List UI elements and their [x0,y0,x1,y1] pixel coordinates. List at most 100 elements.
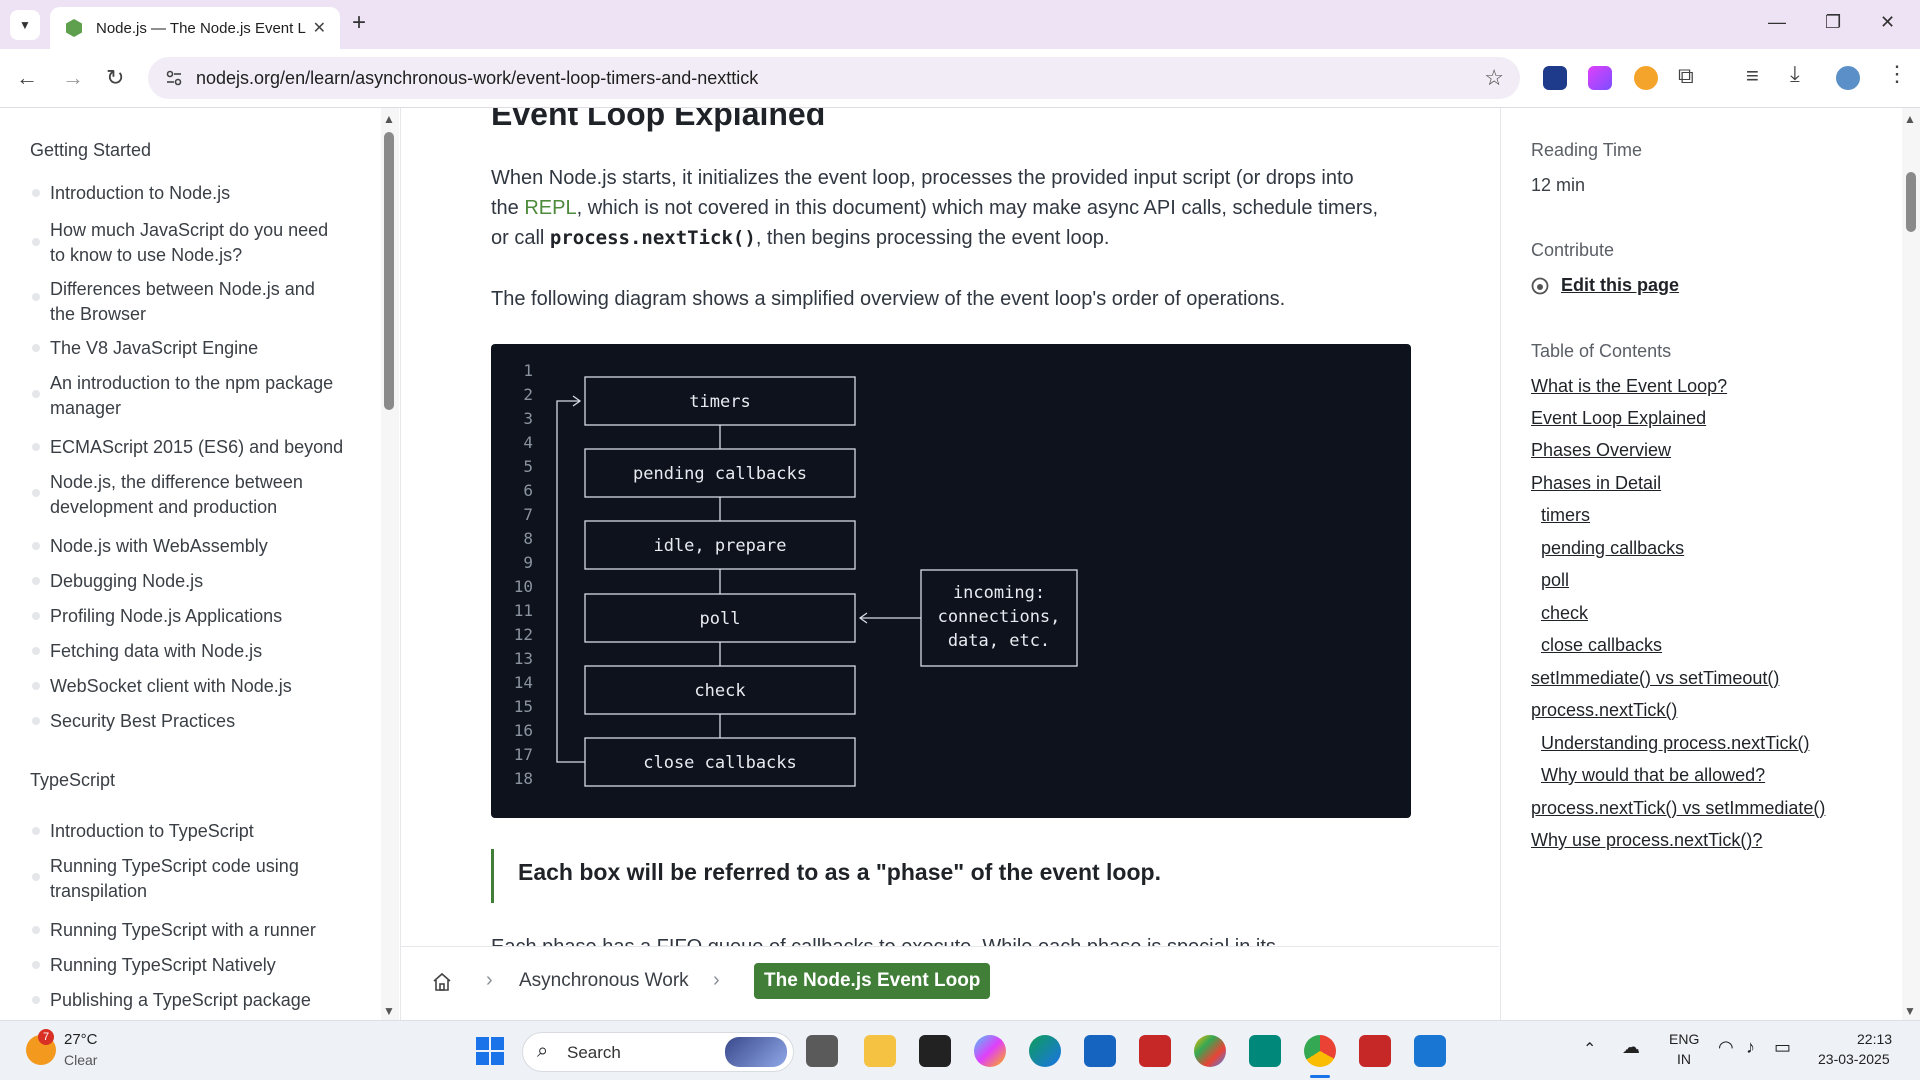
download-icon[interactable]: ⤓ [1790,61,1800,87]
toc-link[interactable]: Event Loop Explained [1531,408,1706,429]
close-tab-icon[interactable]: ✕ [313,18,326,38]
meet-icon[interactable] [1249,1035,1281,1067]
line-number: 9 [523,553,533,572]
toc-link[interactable]: poll [1541,570,1569,591]
sidebar-item-profiling[interactable]: Profiling Node.js Applications [50,604,350,629]
sidebar-item-es6[interactable]: ECMAScript 2015 (ES6) and beyond [50,435,350,460]
sidebar-item-nodejs-vs-browser[interactable]: Differences between Node.js and the Brow… [50,277,350,327]
close-window-icon[interactable]: ✕ [1880,12,1895,33]
tab-search-button[interactable]: ▼ [10,10,40,40]
battery-icon[interactable]: ▭ [1774,1037,1791,1058]
browser-tab-active[interactable]: Node.js — The Node.js Event Lo ✕ [50,7,340,49]
sidebar-item-fetching-data[interactable]: Fetching data with Node.js [50,639,350,664]
extensions-puzzle-icon[interactable]: ⧉ [1678,63,1694,89]
profile-avatar[interactable] [1836,66,1860,90]
list-bullet [32,577,40,585]
inline-code: process.nextTick() [549,227,756,249]
toc-link[interactable]: Why use process.nextTick()? [1531,830,1762,851]
phase-label: close callbacks [643,753,797,773]
bookmark-star-icon[interactable]: ☆ [1484,65,1504,91]
loop-back-arrow [556,400,585,763]
weather-condition: Clear [64,1052,98,1068]
reload-icon[interactable]: ↻ [106,65,124,91]
repl-link[interactable]: REPL [524,197,576,219]
back-icon[interactable]: ← [16,65,38,91]
restore-icon[interactable]: ❐ [1825,12,1841,33]
file-explorer-icon[interactable] [864,1035,896,1067]
language-primary[interactable]: ENG [1669,1031,1699,1047]
sidebar-item-ts-native[interactable]: Running TypeScript Natively [50,953,350,978]
text: , then begins processing the event loop. [755,227,1110,249]
chrome-icon[interactable] [1304,1035,1336,1067]
scroll-up-arrow-icon[interactable]: ▲ [383,112,395,126]
site-info-icon[interactable] [164,68,184,88]
toc-link[interactable]: pending callbacks [1541,538,1684,559]
extension-purple-icon[interactable] [1588,66,1612,90]
text: , which is not covered in this document)… [576,197,1379,219]
page-scroll-thumb[interactable] [1906,172,1916,232]
mcafee-shield-icon[interactable] [1359,1035,1391,1067]
toc-link[interactable]: timers [1541,505,1590,526]
scroll-up-arrow-icon[interactable]: ▲ [1904,112,1916,126]
home-icon[interactable] [431,971,453,993]
extension-code-icon[interactable] [1543,66,1567,90]
list-bullet [32,682,40,690]
toc-link[interactable]: close callbacks [1541,635,1662,656]
terminal-icon[interactable] [919,1035,951,1067]
toc-link[interactable]: process.nextTick() [1531,700,1677,721]
task-view-icon[interactable] [806,1035,838,1067]
wifi-icon[interactable]: ◠ [1718,1037,1734,1058]
sidebar-item-label: the Browser [50,304,147,324]
scroll-down-arrow-icon[interactable]: ▼ [383,1004,395,1018]
media-queue-icon[interactable]: ≡ [1746,63,1759,89]
clock-time[interactable]: 22:13 [1857,1031,1892,1047]
toc-link[interactable]: check [1541,603,1588,624]
sidebar-item-ts-intro[interactable]: Introduction to TypeScript [50,819,350,844]
vscode-icon[interactable] [1414,1035,1446,1067]
onedrive-cloud-icon[interactable]: ☁ [1622,1037,1640,1058]
taskbar-search[interactable]: ⌕ Search [522,1032,794,1072]
sidebar-item-webassembly[interactable]: Node.js with WebAssembly [50,534,350,559]
toc-link[interactable]: What is the Event Loop? [1531,376,1727,397]
sidebar-item-debugging[interactable]: Debugging Node.js [50,569,350,594]
edit-page-link[interactable]: Edit this page [1561,275,1679,296]
forward-icon[interactable]: → [62,65,84,91]
sidebar-item-websocket[interactable]: WebSocket client with Node.js [50,674,350,699]
sidebar-item-ts-transpilation[interactable]: Running TypeScript code using transpilat… [50,854,350,904]
sidebar-item-ts-runner[interactable]: Running TypeScript with a runner [50,918,350,943]
sidebar-item-label: Node.js, the difference between [50,472,303,492]
sidebar-item-ts-publishing[interactable]: Publishing a TypeScript package [50,988,350,1013]
sidebar-item-javascript-needed[interactable]: How much JavaScript do you need to know … [50,218,350,268]
windows-start-icon[interactable] [475,1036,505,1066]
extension-bug-icon[interactable] [1634,66,1658,90]
toc-link[interactable]: Why would that be allowed? [1541,765,1765,786]
microsoft-store-icon[interactable] [1084,1035,1116,1067]
chevron-up-icon[interactable]: ⌃ [1583,1039,1596,1059]
toc-link[interactable]: process.nextTick() vs setImmediate() [1531,798,1825,819]
sidebar-scroll-thumb[interactable] [384,132,394,410]
sidebar-item-label: An introduction to the npm package [50,373,334,393]
breadcrumb-current[interactable]: The Node.js Event Loop [754,963,991,999]
browser-menu-icon[interactable]: ⋮ [1886,61,1908,87]
photos-icon[interactable] [1194,1035,1226,1067]
breadcrumb-item[interactable]: Asynchronous Work [519,970,689,992]
sidebar-item-npm-intro[interactable]: An introduction to the npm package manag… [50,371,350,421]
copilot-icon[interactable] [974,1035,1006,1067]
sidebar-item-dev-vs-prod[interactable]: Node.js, the difference between developm… [50,470,350,520]
mcafee-icon[interactable] [1139,1035,1171,1067]
edge-browser-icon[interactable] [1029,1035,1061,1067]
address-bar[interactable]: nodejs.org/en/learn/asynchronous-work/ev… [148,57,1520,99]
toc-link[interactable]: setImmediate() vs setTimeout() [1531,668,1779,689]
sidebar-item-intro-nodejs[interactable]: Introduction to Node.js [50,181,350,206]
toc-link[interactable]: Understanding process.nextTick() [1541,733,1809,754]
toc-link[interactable]: Phases in Detail [1531,473,1661,494]
page-scrollbar[interactable] [1902,108,1920,1020]
toc-link[interactable]: Phases Overview [1531,440,1671,461]
sidebar-item-v8-engine[interactable]: The V8 JavaScript Engine [50,336,350,361]
new-tab-button[interactable]: + [352,11,366,35]
volume-icon[interactable]: ♪ [1746,1037,1755,1058]
list-bullet [32,489,40,497]
scroll-down-arrow-icon[interactable]: ▼ [1904,1004,1916,1018]
minimize-icon[interactable]: — [1768,12,1786,33]
sidebar-item-security[interactable]: Security Best Practices [50,709,350,734]
